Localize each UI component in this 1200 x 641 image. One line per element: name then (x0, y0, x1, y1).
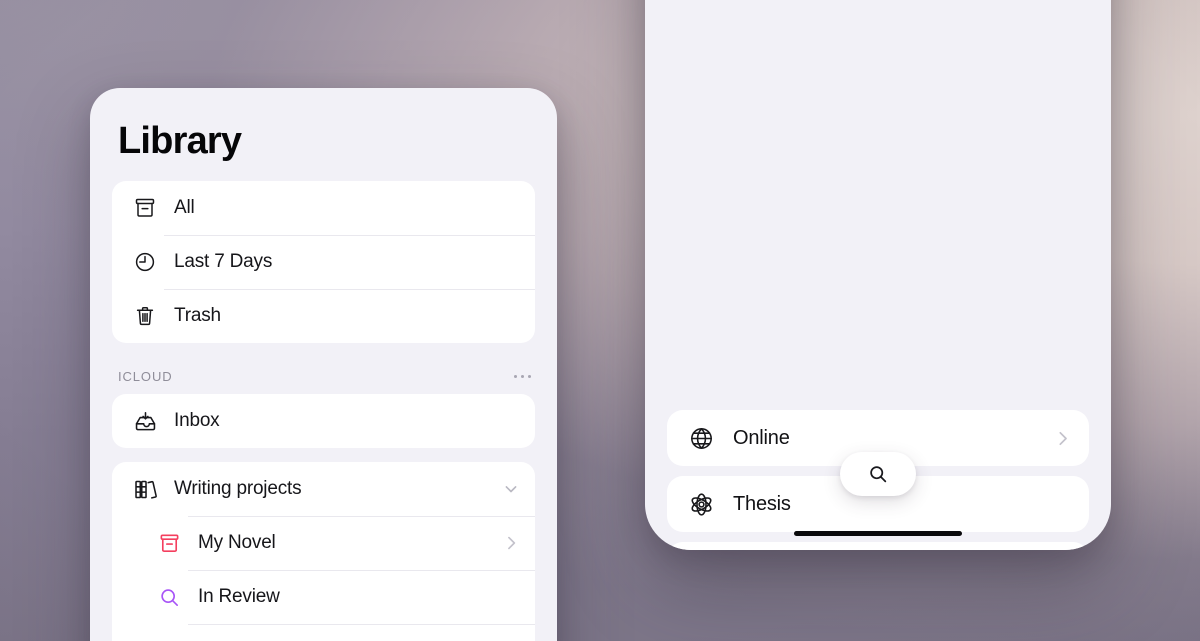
inbox-card: Inbox (112, 394, 535, 448)
list-item-label: Thesis (733, 492, 791, 515)
archive-box-icon (154, 532, 184, 555)
chevron-right-icon[interactable] (501, 533, 521, 553)
section-title: ICLOUD (118, 369, 173, 384)
atom-icon (685, 491, 717, 518)
library-sidebar-panel: Library All Last 7 Days Trash ICLOUD Inb… (90, 88, 557, 641)
sidebar-item-placeholder[interactable] (112, 624, 535, 641)
search-icon (867, 463, 889, 485)
magnifier-icon (154, 586, 184, 609)
sidebar-item-label: Inbox (174, 410, 220, 431)
inbox-tray-icon (130, 409, 160, 434)
sidebar-group-writing-projects[interactable]: Writing projects (112, 462, 535, 516)
page-title: Library (118, 120, 242, 162)
clock-icon (130, 250, 160, 274)
sidebar-item-label: All (174, 197, 195, 218)
sidebar-item-label: My Novel (198, 532, 276, 553)
list-item[interactable]: University (667, 542, 1089, 550)
search-button[interactable] (840, 452, 916, 496)
list-item-label: Online (733, 426, 790, 449)
sidebar-item-trash[interactable]: Trash (112, 289, 535, 343)
sidebar-item-last-7-days[interactable]: Last 7 Days (112, 235, 535, 289)
ellipsis-icon[interactable] (513, 374, 531, 379)
smart-collections-card: All Last 7 Days Trash (112, 181, 535, 343)
icloud-section-header: ICLOUD (90, 343, 557, 394)
sidebar-item-label: In Review (198, 586, 280, 607)
trash-icon (130, 304, 160, 328)
sidebar-item-all[interactable]: All (112, 181, 535, 235)
sidebar-item-inbox[interactable]: Inbox (112, 394, 535, 448)
phone-mockup: Online Thesis (645, 0, 1111, 550)
archive-box-icon (130, 196, 160, 220)
chevron-right-icon[interactable] (1052, 428, 1073, 449)
sidebar-item-label: Trash (174, 305, 221, 326)
sidebar-item-label: Last 7 Days (174, 251, 273, 272)
sidebar-item-in-review[interactable]: In Review (112, 570, 535, 624)
globe-icon (685, 425, 717, 452)
bookshelf-icon (130, 477, 160, 502)
home-indicator[interactable] (794, 531, 962, 536)
writing-projects-card: Writing projects My Novel In Review (112, 462, 535, 641)
sidebar-item-my-novel[interactable]: My Novel (112, 516, 535, 570)
chevron-down-icon[interactable] (501, 479, 521, 499)
sidebar-item-label: Writing projects (174, 478, 302, 499)
